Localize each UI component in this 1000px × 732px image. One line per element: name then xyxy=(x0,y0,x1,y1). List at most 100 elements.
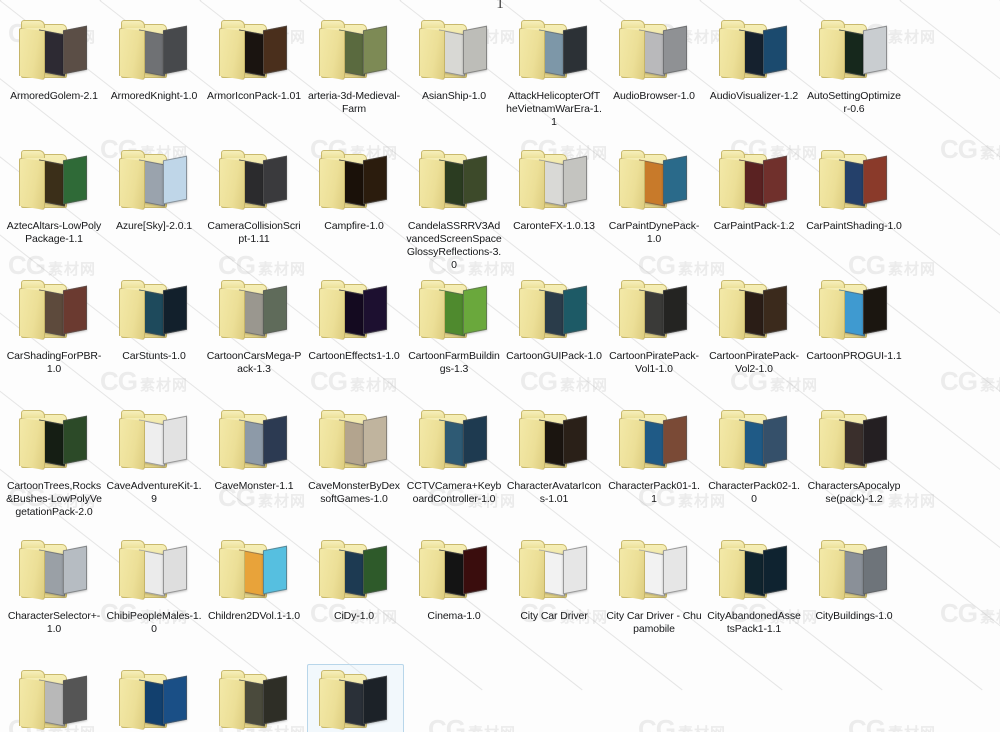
folder-icon[interactable] xyxy=(15,536,93,608)
folder-item[interactable]: CartoonFarmBuildings-1.3 xyxy=(404,274,504,404)
folder-item[interactable]: ArmoredGolem-2.1 xyxy=(4,14,104,144)
folder-item[interactable]: CharacterPack01-1.1 xyxy=(604,404,704,534)
folder-item[interactable]: CameraCollisionScript-1.11 xyxy=(204,144,304,274)
folder-item[interactable]: Azure[Sky]-2.0.1 xyxy=(104,144,204,274)
folder-item[interactable]: ArmorIconPack-1.01 xyxy=(204,14,304,144)
folder-icon[interactable] xyxy=(15,16,93,88)
folder-icon[interactable] xyxy=(115,276,193,348)
folder-icon[interactable] xyxy=(815,276,893,348)
folder-item[interactable]: CitySlumBuildingPack-.92 xyxy=(304,664,404,732)
folder-item[interactable]: CartoonCarsMega-Pack-1.3 xyxy=(204,274,304,404)
folder-icon[interactable] xyxy=(315,276,393,348)
folder-icon[interactable] xyxy=(215,536,293,608)
folder-icon[interactable] xyxy=(715,406,793,478)
folder-icon[interactable] xyxy=(715,276,793,348)
folder-item[interactable]: CartoonGUIPack-1.0 xyxy=(504,274,604,404)
folder-item[interactable]: City Car Driver xyxy=(504,534,604,664)
folder-item[interactable]: CarPaintDynePack-1.0 xyxy=(604,144,704,274)
folder-item[interactable]: CityAbandonedAssetsPack1-1.1 xyxy=(704,534,804,664)
folder-item[interactable]: CiDy-1.0 xyxy=(304,534,404,664)
folder-icon[interactable] xyxy=(515,146,593,218)
folder-icon[interactable] xyxy=(15,406,93,478)
folder-icon[interactable] xyxy=(115,406,193,478)
folder-icon[interactable] xyxy=(615,536,693,608)
folder-item[interactable]: CharacterSelector+-1.0 xyxy=(4,534,104,664)
folder-icon[interactable] xyxy=(515,16,593,88)
folder-icon[interactable] xyxy=(615,406,693,478)
folder-item[interactable]: AutoSettingOptimizer-0.6 xyxy=(804,14,904,144)
folder-icon[interactable] xyxy=(415,146,493,218)
folder-item[interactable]: AudioVisualizer-1.2 xyxy=(704,14,804,144)
folder-item[interactable]: CaveAdventureKit-1.9 xyxy=(104,404,204,534)
folder-item[interactable]: AsianShip-1.0 xyxy=(404,14,504,144)
folder-icon[interactable] xyxy=(115,666,193,732)
folder-item[interactable]: CandelaSSRRV3AdvancedScreenSpaceGlossyRe… xyxy=(404,144,504,274)
folder-icon[interactable] xyxy=(615,16,693,88)
folder-item[interactable]: CartoonPROGUI-1.1 xyxy=(804,274,904,404)
folder-item[interactable]: CarPaintShading-1.0 xyxy=(804,144,904,274)
folder-icon[interactable] xyxy=(415,536,493,608)
folder-item[interactable]: CarShadingForPBR-1.0 xyxy=(4,274,104,404)
folder-icon[interactable] xyxy=(315,146,393,218)
folder-icon[interactable] xyxy=(415,16,493,88)
folder-icon[interactable] xyxy=(115,536,193,608)
folder-icon[interactable] xyxy=(515,536,593,608)
folder-item[interactable]: AztecAltars-LowPolyPackage-1.1 xyxy=(4,144,104,274)
folder-item[interactable]: CityBuildings-1.0 xyxy=(804,534,904,664)
folder-icon[interactable] xyxy=(15,276,93,348)
folder-icon[interactable] xyxy=(215,406,293,478)
folder-front-flap xyxy=(419,548,445,600)
folder-icon[interactable] xyxy=(115,146,193,218)
folder-item[interactable]: CharactersApocalypse(pack)-1.2 xyxy=(804,404,904,534)
folder-icon[interactable] xyxy=(615,276,693,348)
folder-icon[interactable] xyxy=(815,406,893,478)
folder-icon[interactable] xyxy=(515,406,593,478)
icon-grid[interactable]: ArmoredGolem-2.1 ArmoredKnight-1.0 ArmorIc… xyxy=(0,0,902,732)
folder-item[interactable]: CCTVCamera+KeyboardController-1.0 xyxy=(404,404,504,534)
folder-icon[interactable] xyxy=(315,536,393,608)
folder-item[interactable]: CaveMonster-1.1 xyxy=(204,404,304,534)
folder-item[interactable]: CartoonEffects1-1.0 xyxy=(304,274,404,404)
folder-icon[interactable] xyxy=(415,276,493,348)
folder-item[interactable]: CityParkExteriorProps-1.0 xyxy=(204,664,304,732)
folder-item[interactable]: CaronteFX-1.0.13 xyxy=(504,144,604,274)
folder-icon[interactable] xyxy=(615,146,693,218)
folder-item[interactable]: CaveMonsterByDexsoftGames-1.0 xyxy=(304,404,404,534)
folder-item[interactable]: City Car Driver - Chupamobile xyxy=(604,534,704,664)
folder-icon[interactable] xyxy=(815,16,893,88)
folder-item[interactable]: CharacterAvatarIcons-1.01 xyxy=(504,404,604,534)
folder-icon[interactable] xyxy=(715,146,793,218)
folder-item[interactable]: CartoonPiratePack-Vol1-1.0 xyxy=(604,274,704,404)
folder-icon[interactable] xyxy=(715,536,793,608)
folder-icon[interactable] xyxy=(215,666,293,732)
folder-item[interactable]: CityPack1.0-1.0 xyxy=(104,664,204,732)
folder-icon[interactable] xyxy=(215,276,293,348)
folder-item[interactable]: CityLowPoly-3.0 xyxy=(4,664,104,732)
folder-item[interactable]: CartoonPiratePack-Vol2-1.0 xyxy=(704,274,804,404)
folder-icon[interactable] xyxy=(15,666,93,732)
folder-icon[interactable] xyxy=(715,16,793,88)
folder-item[interactable]: AttackHelicopterOfTheVietnamWarEra-1.1 xyxy=(504,14,604,144)
folder-item[interactable]: Children2DVol.1-1.0 xyxy=(204,534,304,664)
folder-icon[interactable] xyxy=(415,406,493,478)
folder-item[interactable]: arteria-3d-Medieval-Farm xyxy=(304,14,404,144)
folder-item[interactable]: CharacterPack02-1.0 xyxy=(704,404,804,534)
folder-item[interactable]: CartoonTrees,Rocks&Bushes-LowPolyVegetat… xyxy=(4,404,104,534)
folder-icon[interactable] xyxy=(815,536,893,608)
folder-item[interactable]: ArmoredKnight-1.0 xyxy=(104,14,204,144)
folder-icon[interactable] xyxy=(315,666,393,732)
folder-item[interactable]: CarStunts-1.0 xyxy=(104,274,204,404)
folder-item[interactable]: Campfire-1.0 xyxy=(304,144,404,274)
folder-icon[interactable] xyxy=(15,146,93,218)
folder-icon[interactable] xyxy=(115,16,193,88)
folder-icon[interactable] xyxy=(215,16,293,88)
folder-icon[interactable] xyxy=(315,406,393,478)
folder-item[interactable]: Cinema-1.0 xyxy=(404,534,504,664)
folder-icon[interactable] xyxy=(515,276,593,348)
folder-item[interactable]: ChibiPeopleMales-1.0 xyxy=(104,534,204,664)
folder-item[interactable]: CarPaintPack-1.2 xyxy=(704,144,804,274)
folder-icon[interactable] xyxy=(215,146,293,218)
folder-icon[interactable] xyxy=(815,146,893,218)
folder-icon[interactable] xyxy=(315,16,393,88)
folder-item[interactable]: AudioBrowser-1.0 xyxy=(604,14,704,144)
